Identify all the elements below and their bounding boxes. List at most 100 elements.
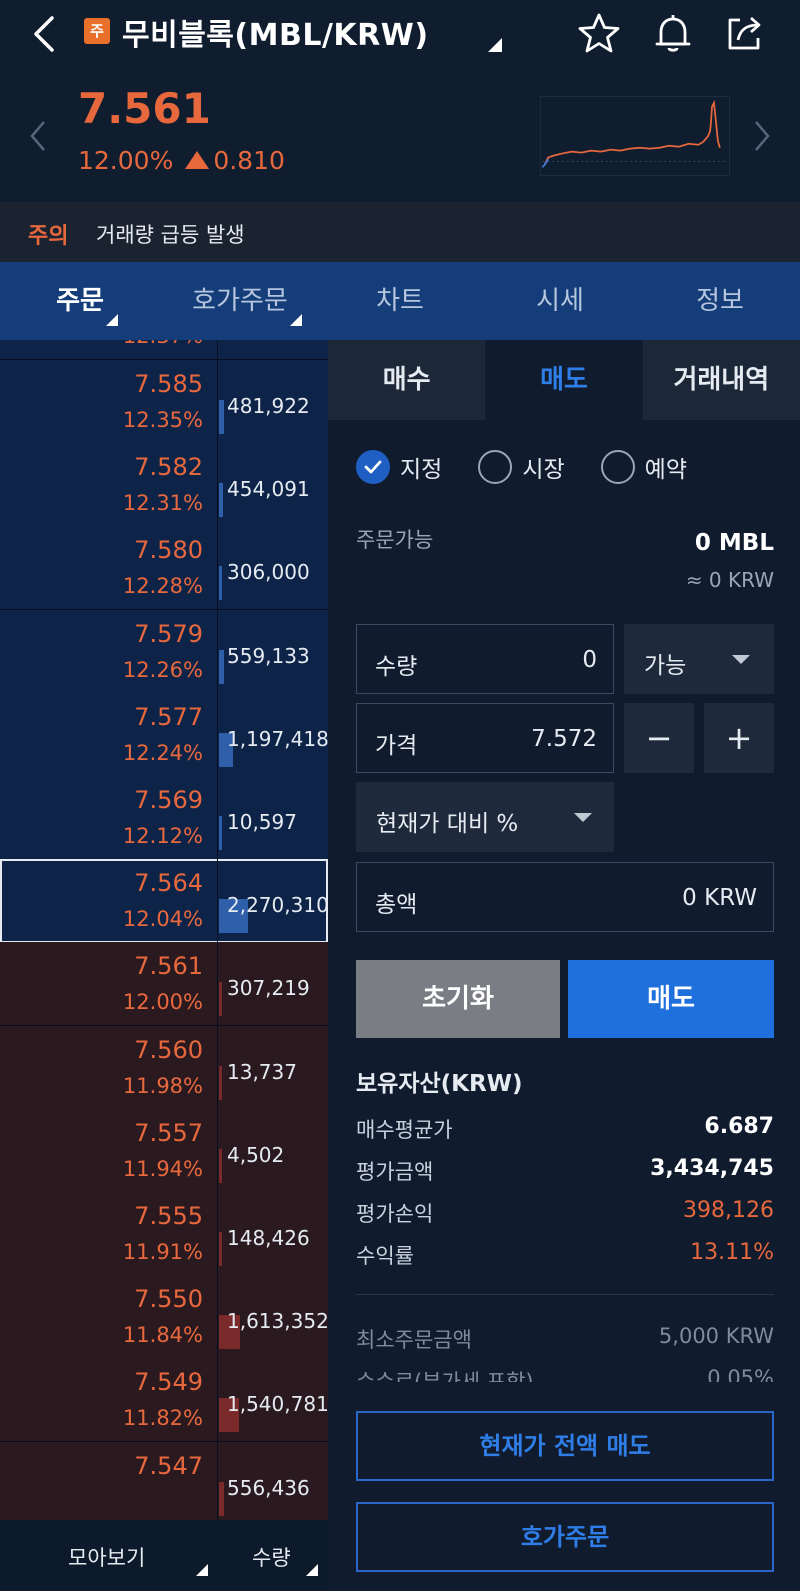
reset-button[interactable]: 초기화 xyxy=(356,960,560,1038)
market-badge: 주 xyxy=(84,18,110,44)
orderbook-row[interactable]: 7.560 11.98% 13,737 xyxy=(0,1025,328,1110)
orderbook-row[interactable]: 7.564 12.04% 2,270,310 xyxy=(0,859,328,944)
row-rate: 12.31% xyxy=(122,491,203,516)
price-cell: 7.549 11.82% xyxy=(0,1358,218,1443)
volume-cell: 306,000 xyxy=(219,526,328,610)
tab-chart-label: 차트 xyxy=(376,286,424,316)
tab-quote-order[interactable]: 호가주문 xyxy=(160,262,320,340)
orderbook-row[interactable]: 7.547 556,436 xyxy=(0,1441,328,1520)
price-cell: 7.582 12.31% xyxy=(0,443,218,528)
tab-info[interactable]: 정보 xyxy=(640,262,800,340)
price-minus-button[interactable]: − xyxy=(624,703,694,773)
volume-unit-button[interactable]: 수량 xyxy=(252,1542,291,1572)
orderbook-row[interactable]: 7.580 12.28% 306,000 xyxy=(0,526,328,611)
fee-value: 0.05% xyxy=(707,1366,774,1382)
coin-select-triangle-icon[interactable] xyxy=(488,38,502,52)
total-field[interactable]: 총액 0 KRW xyxy=(356,862,774,932)
row-rate: 12.12% xyxy=(122,824,203,848)
orderbook-row[interactable]: 7.585 12.35% 481,922 xyxy=(0,360,328,444)
price-cell: 7.550 11.84% xyxy=(0,1275,218,1360)
orderbook[interactable]: 12.37% 7.585 12.35% 481,922 7.582 12.31% 454,… xyxy=(0,340,328,1520)
asset-row: 평가손익 398,126 xyxy=(356,1198,774,1228)
quote-order-button[interactable]: 호가주문 xyxy=(356,1502,774,1572)
min-order-row: 최소주문금액 5,000 KRW xyxy=(356,1324,774,1354)
orderbook-row[interactable]: 7.555 11.91% 148,426 xyxy=(0,1192,328,1276)
orderbook-row[interactable]: 7.579 12.26% 559,133 xyxy=(0,609,328,694)
divider xyxy=(356,1294,774,1295)
star-icon[interactable] xyxy=(576,10,622,56)
row-price: 7.580 xyxy=(134,536,203,565)
change-amount: 0.810 xyxy=(213,146,285,175)
chevron-left-icon[interactable] xyxy=(28,118,48,154)
tab-sell[interactable]: 매도 xyxy=(485,340,643,420)
quantity-option-select[interactable]: 가능 xyxy=(624,624,774,694)
price-change: 12.00% 0.810 xyxy=(78,146,285,175)
orderbook-row[interactable]: 7.550 11.84% 1,613,352 xyxy=(0,1275,328,1360)
tab-chart[interactable]: 차트 xyxy=(320,262,480,340)
asset-value: 6.687 xyxy=(704,1114,774,1139)
volume-cell: 556,436 xyxy=(219,1442,328,1520)
row-volume: 148,426 xyxy=(227,1226,310,1250)
available-approx: ≈ 0 KRW xyxy=(685,568,774,592)
grouping-button[interactable]: 모아보기 xyxy=(68,1542,145,1572)
dropdown-triangle-icon xyxy=(306,1564,318,1576)
order-type-limit-label: 지정 xyxy=(400,457,443,483)
row-rate: 12.24% xyxy=(122,740,203,765)
price-plus-button[interactable]: + xyxy=(704,703,774,773)
row-price: 7.577 xyxy=(134,702,203,731)
orderbook-row[interactable]: 7.582 12.31% 454,091 xyxy=(0,443,328,528)
radio-empty-icon xyxy=(600,450,635,484)
mini-chart[interactable] xyxy=(540,96,730,176)
orderbook-row[interactable]: 7.561 12.00% 307,219 xyxy=(0,942,328,1027)
volume-bar xyxy=(219,816,222,850)
tab-order[interactable]: 주문 xyxy=(0,262,160,340)
warning-text: 거래량 급등 발생 xyxy=(96,223,245,247)
checkmark-icon xyxy=(356,450,390,484)
quantity-field[interactable]: 수량 0 xyxy=(356,624,614,694)
orderbook-row[interactable]: 7.549 11.82% 1,540,781 xyxy=(0,1358,328,1443)
order-type-market[interactable]: 시장 xyxy=(478,450,565,484)
row-price: 7.557 xyxy=(134,1118,203,1147)
volume-cell: 1,613,352 xyxy=(219,1275,328,1359)
fee-row: 수수료(부가세 포함) 0.05% xyxy=(356,1366,774,1382)
orderbook-row[interactable]: 7.569 12.12% 10,597 xyxy=(0,776,328,860)
row-price: 7.579 xyxy=(134,619,203,648)
row-rate: 12.35% xyxy=(122,408,203,432)
order-info-list: 최소주문금액 5,000 KRW 수수료(부가세 포함) 0.05% xyxy=(356,1324,774,1382)
volume-bar xyxy=(219,1148,222,1183)
row-price: 7.569 xyxy=(134,786,203,814)
row-rate: 12.26% xyxy=(122,657,203,682)
order-type-limit[interactable]: 지정 xyxy=(356,450,442,484)
order-side-tabs: 매수 매도 거래내역 xyxy=(328,340,800,420)
chevron-right-icon[interactable] xyxy=(752,118,772,154)
main-tabs: 주문 호가주문 차트 시세 정보 xyxy=(0,262,800,340)
row-price: 7.549 xyxy=(134,1368,203,1397)
sell-button[interactable]: 매도 xyxy=(568,960,774,1038)
back-arrow-icon[interactable] xyxy=(28,14,62,54)
share-icon[interactable] xyxy=(722,10,768,56)
price-cell: 7.577 12.24% xyxy=(0,692,218,777)
tab-buy[interactable]: 매수 xyxy=(328,340,486,420)
orderbook-row-partial[interactable]: 12.37% xyxy=(0,340,328,360)
row-volume: 2,270,310 xyxy=(227,893,328,918)
sell-all-button[interactable]: 현재가 전액 매도 xyxy=(356,1411,774,1481)
volume-cell: 10,597 xyxy=(219,776,328,860)
orderbook-row[interactable]: 7.557 11.94% 4,502 xyxy=(0,1108,328,1193)
volume-cell: 481,922 xyxy=(219,360,328,444)
tab-history[interactable]: 거래내역 xyxy=(642,340,800,420)
tab-market[interactable]: 시세 xyxy=(480,262,640,340)
price-cell: 7.557 11.94% xyxy=(0,1108,218,1193)
order-type-reserve[interactable]: 예약 xyxy=(600,450,687,484)
change-rate: 12.00% xyxy=(78,146,174,175)
volume-bar xyxy=(219,483,224,518)
bell-icon[interactable] xyxy=(650,10,696,56)
volume-cell: 1,197,418 xyxy=(219,693,328,777)
row-price: 7.547 xyxy=(134,1451,203,1480)
percent-select[interactable]: 현재가 대비 % xyxy=(356,782,614,852)
orderbook-row[interactable]: 7.577 12.24% 1,197,418 xyxy=(0,692,328,777)
price-field[interactable]: 가격 7.572 xyxy=(356,703,614,773)
order-type-group: 지정 시장 예약 xyxy=(356,450,723,484)
total-label: 총액 xyxy=(375,892,418,918)
coin-title[interactable]: 무비블록(MBL/KRW) xyxy=(122,10,429,54)
dropdown-triangle-icon xyxy=(732,655,750,664)
